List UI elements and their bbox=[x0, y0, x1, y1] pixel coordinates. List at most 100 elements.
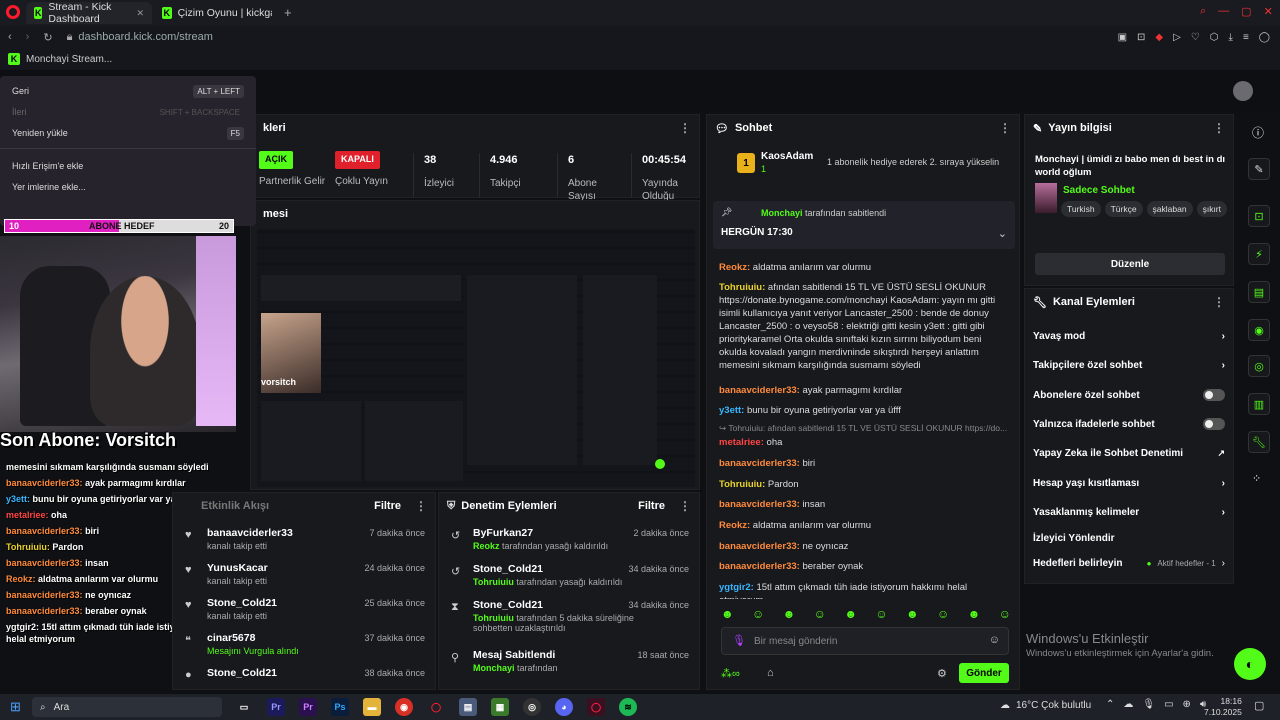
action-ai-moderation[interactable]: Yapay Zeka ile Sohbet Denetimi ↗ bbox=[1025, 439, 1233, 467]
tag[interactable]: Türkçe bbox=[1104, 201, 1143, 217]
emote-icon[interactable]: ☻ bbox=[906, 607, 919, 623]
chat-user[interactable]: Tohruiuiu: bbox=[719, 479, 765, 490]
tag[interactable]: Turkish bbox=[1061, 201, 1101, 217]
url-text[interactable]: dashboard.kick.com/stream bbox=[78, 31, 213, 43]
list-item[interactable]: ⚲ Mesaj Sabitlendi Monchayi tarafından 18 s… bbox=[439, 645, 699, 681]
gift-leaderboard[interactable]: 1 KaosAdam 1 1 abonelik hediye ederek 2.… bbox=[737, 151, 1017, 181]
cube-icon[interactable]: ⬡ bbox=[1210, 32, 1219, 43]
bookmark-monchayi[interactable]: Monchayi Stream... bbox=[26, 54, 112, 65]
mic-icon[interactable]: 🎙︎ bbox=[1142, 699, 1155, 710]
ctx-item-bookmark[interactable]: Yer imlerine ekle... bbox=[0, 177, 256, 197]
extensions-icon[interactable]: ▣ bbox=[1118, 32, 1127, 43]
status-badge-kapali[interactable]: KAPALI bbox=[335, 151, 380, 169]
minimize-icon[interactable]: — bbox=[1218, 5, 1229, 18]
chat-user[interactable]: ygtgir2: bbox=[719, 582, 754, 593]
action-subscribers-only[interactable]: Abonelere özel sohbet bbox=[1025, 381, 1233, 409]
list-item[interactable]: ❝ cinar5678 Mesajını Vurgula alındı 37 daki… bbox=[173, 628, 435, 664]
broadcast-sidebar-button[interactable]: ◎ bbox=[1248, 355, 1270, 377]
user-avatar[interactable] bbox=[1233, 81, 1253, 101]
dots-icon[interactable]: ⁘ bbox=[1252, 472, 1261, 485]
status-badge-acik[interactable]: AÇIK bbox=[259, 151, 293, 169]
minecraft-icon[interactable]: ▦ bbox=[491, 698, 509, 716]
opera-icon[interactable]: ◯ bbox=[427, 698, 445, 716]
emoji-icon[interactable]: ☺ bbox=[989, 634, 1000, 646]
lightning-sidebar-button[interactable]: ⚡︎ bbox=[1248, 243, 1270, 265]
tag[interactable]: şıkırt bbox=[1196, 201, 1227, 217]
toggle-switch[interactable] bbox=[1203, 389, 1225, 401]
ctx-item-reload[interactable]: Yeniden yükle F5 bbox=[0, 123, 256, 143]
action-raid[interactable]: İzleyici Yönlendir bbox=[1025, 524, 1233, 552]
kebab-icon[interactable]: ⋮ bbox=[1213, 121, 1225, 135]
display-icon[interactable]: ▭ bbox=[1164, 699, 1173, 710]
support-chat-button[interactable]: ◐ bbox=[1234, 648, 1266, 680]
back-icon[interactable]: ‹ bbox=[8, 31, 12, 43]
action-slow-mode[interactable]: Yavaş mod › bbox=[1025, 322, 1233, 350]
pocket-icon[interactable]: ◆ bbox=[1155, 32, 1163, 43]
kebab-icon[interactable]: ⋮ bbox=[415, 499, 427, 513]
filter-button[interactable]: Filtre bbox=[638, 500, 665, 512]
weather-widget[interactable]: ☁ 16°C Çok bulutlu bbox=[1000, 700, 1091, 711]
info-icon[interactable]: ⓘ bbox=[1252, 124, 1264, 141]
kebab-icon[interactable]: ⋮ bbox=[999, 121, 1011, 135]
emote-icon[interactable]: ☻ bbox=[844, 607, 857, 623]
action-emotes-only[interactable]: Yalnızca ifadelerle sohbet bbox=[1025, 410, 1233, 438]
menu-icon[interactable]: ≡ bbox=[1243, 32, 1249, 43]
ctx-item-speed-dial[interactable]: Hızlı Erişim'e ekle bbox=[0, 156, 256, 176]
camera-icon[interactable]: ⊡ bbox=[1137, 32, 1145, 43]
task-view-icon[interactable]: ▭ bbox=[235, 698, 253, 716]
gift-icon[interactable]: ⌂ bbox=[767, 667, 774, 679]
taskbar-search[interactable]: ⌕ Ara bbox=[32, 697, 222, 717]
chat-user[interactable]: banaavciderler33: bbox=[719, 541, 800, 552]
kebab-icon[interactable]: ⋮ bbox=[1213, 295, 1225, 309]
chat-user[interactable]: banaavciderler33: bbox=[719, 458, 800, 469]
emote-icon[interactable]: ☺ bbox=[999, 607, 1011, 623]
chat-user[interactable]: Reokz: bbox=[719, 262, 750, 273]
wrench-sidebar-button[interactable]: 🔧︎ bbox=[1248, 431, 1270, 453]
pinned-message[interactable]: 📌︎ Monchayi tarafından sabitlendi HERGÜN… bbox=[713, 201, 1015, 249]
chat-user[interactable]: banaavciderler33: bbox=[719, 561, 800, 572]
layout-sidebar-button[interactable]: ▥ bbox=[1248, 393, 1270, 415]
forward-icon[interactable]: › bbox=[26, 31, 30, 43]
toggle-switch[interactable] bbox=[1203, 418, 1225, 430]
emote-icon[interactable]: ☻ bbox=[783, 607, 796, 623]
chat-user[interactable]: Reokz: bbox=[719, 520, 750, 531]
list-item[interactable]: ♥ banaavciderler33 kanalı takip etti 7 daki… bbox=[173, 523, 435, 559]
tab-close-icon[interactable]: ✕ bbox=[136, 8, 144, 19]
notification-icon[interactable]: ▢ bbox=[1254, 699, 1264, 712]
premiere-alt-icon[interactable]: Pr bbox=[299, 698, 317, 716]
list-item[interactable]: ↺ Stone_Cold21 Tohruiuiu tarafından yasağı… bbox=[439, 559, 699, 595]
chat-user[interactable]: y3ett: bbox=[719, 405, 744, 416]
chat-input[interactable]: 🎙︎ Bir mesaj gönderin ☺ bbox=[721, 627, 1009, 655]
emote-icon[interactable]: ☺ bbox=[814, 607, 826, 623]
spotify-icon[interactable]: ≋ bbox=[619, 698, 637, 716]
obs-icon[interactable]: ◎ bbox=[523, 698, 541, 716]
network-icon[interactable]: ⊕ bbox=[1183, 699, 1191, 710]
chat-user[interactable]: banaavciderler33: bbox=[719, 385, 800, 396]
kebab-icon[interactable]: ⋮ bbox=[679, 499, 691, 513]
document-sidebar-button[interactable]: ▤ bbox=[1248, 281, 1270, 303]
cloud-sync-icon[interactable]: ☁ bbox=[1123, 699, 1133, 710]
scan-sidebar-button[interactable]: ⊡ bbox=[1248, 205, 1270, 227]
edit-sidebar-button[interactable]: ✎ bbox=[1248, 158, 1270, 180]
chat-user[interactable]: banaavciderler33: bbox=[719, 499, 800, 510]
opera-logo-icon[interactable] bbox=[6, 5, 20, 19]
tag[interactable]: şaklaban bbox=[1146, 201, 1193, 217]
clock[interactable]: 18:16 7.10.2025 bbox=[1204, 696, 1242, 718]
premiere-icon[interactable]: Pr bbox=[267, 698, 285, 716]
photoshop-icon[interactable]: Ps bbox=[331, 698, 349, 716]
notepad-icon[interactable]: ▤ bbox=[459, 698, 477, 716]
chat-user[interactable]: metalriee: bbox=[719, 437, 764, 448]
kebab-icon[interactable]: ⋮ bbox=[679, 121, 691, 135]
windows-start-icon[interactable]: ⊞ bbox=[10, 699, 21, 715]
search-icon[interactable]: ⌕ bbox=[1200, 5, 1206, 18]
emote-icon[interactable]: ☻ bbox=[721, 607, 734, 623]
new-tab-button[interactable]: + bbox=[284, 5, 292, 20]
stream-preview-video[interactable]: vorsitch bbox=[257, 229, 695, 487]
chevron-up-icon[interactable]: ⌃ bbox=[1106, 699, 1114, 710]
points-icon[interactable]: ⁂∞ bbox=[721, 667, 740, 680]
mic-icon[interactable]: 🎙︎ bbox=[732, 634, 746, 647]
list-item[interactable]: ↺ ByFurkan27 Reokz tarafından yasağı kaldı… bbox=[439, 523, 699, 559]
send-button[interactable]: Gönder bbox=[959, 663, 1009, 683]
folder-icon[interactable]: ▬ bbox=[363, 698, 381, 716]
action-banned-words[interactable]: Yasaklanmış kelimeler › bbox=[1025, 498, 1233, 526]
